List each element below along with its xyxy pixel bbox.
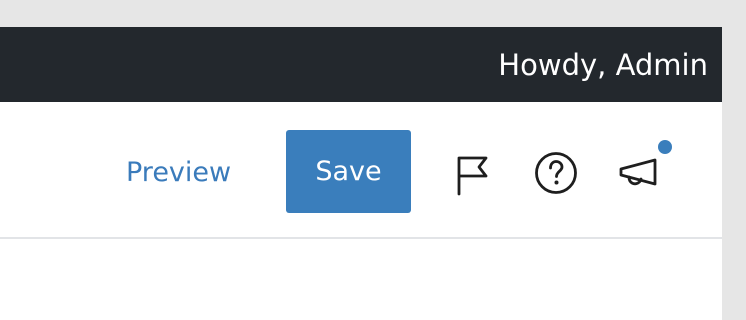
- flag-icon: [457, 156, 488, 196]
- save-button[interactable]: Save: [286, 130, 411, 213]
- megaphone-icon: [619, 158, 657, 186]
- editor-canvas[interactable]: [0, 241, 722, 320]
- help-button[interactable]: [533, 150, 579, 196]
- admin-bar: Howdy, Admin: [0, 27, 722, 102]
- flag-button[interactable]: [449, 150, 495, 196]
- announcements-button[interactable]: [617, 150, 663, 196]
- editor-window: Howdy, Admin Preview Save: [0, 27, 722, 320]
- admin-greeting[interactable]: Howdy, Admin: [498, 47, 708, 83]
- preview-link[interactable]: Preview: [126, 156, 231, 190]
- editor-toolbar: Preview Save: [0, 102, 722, 239]
- help-icon: [535, 152, 577, 194]
- notification-dot: [658, 140, 672, 154]
